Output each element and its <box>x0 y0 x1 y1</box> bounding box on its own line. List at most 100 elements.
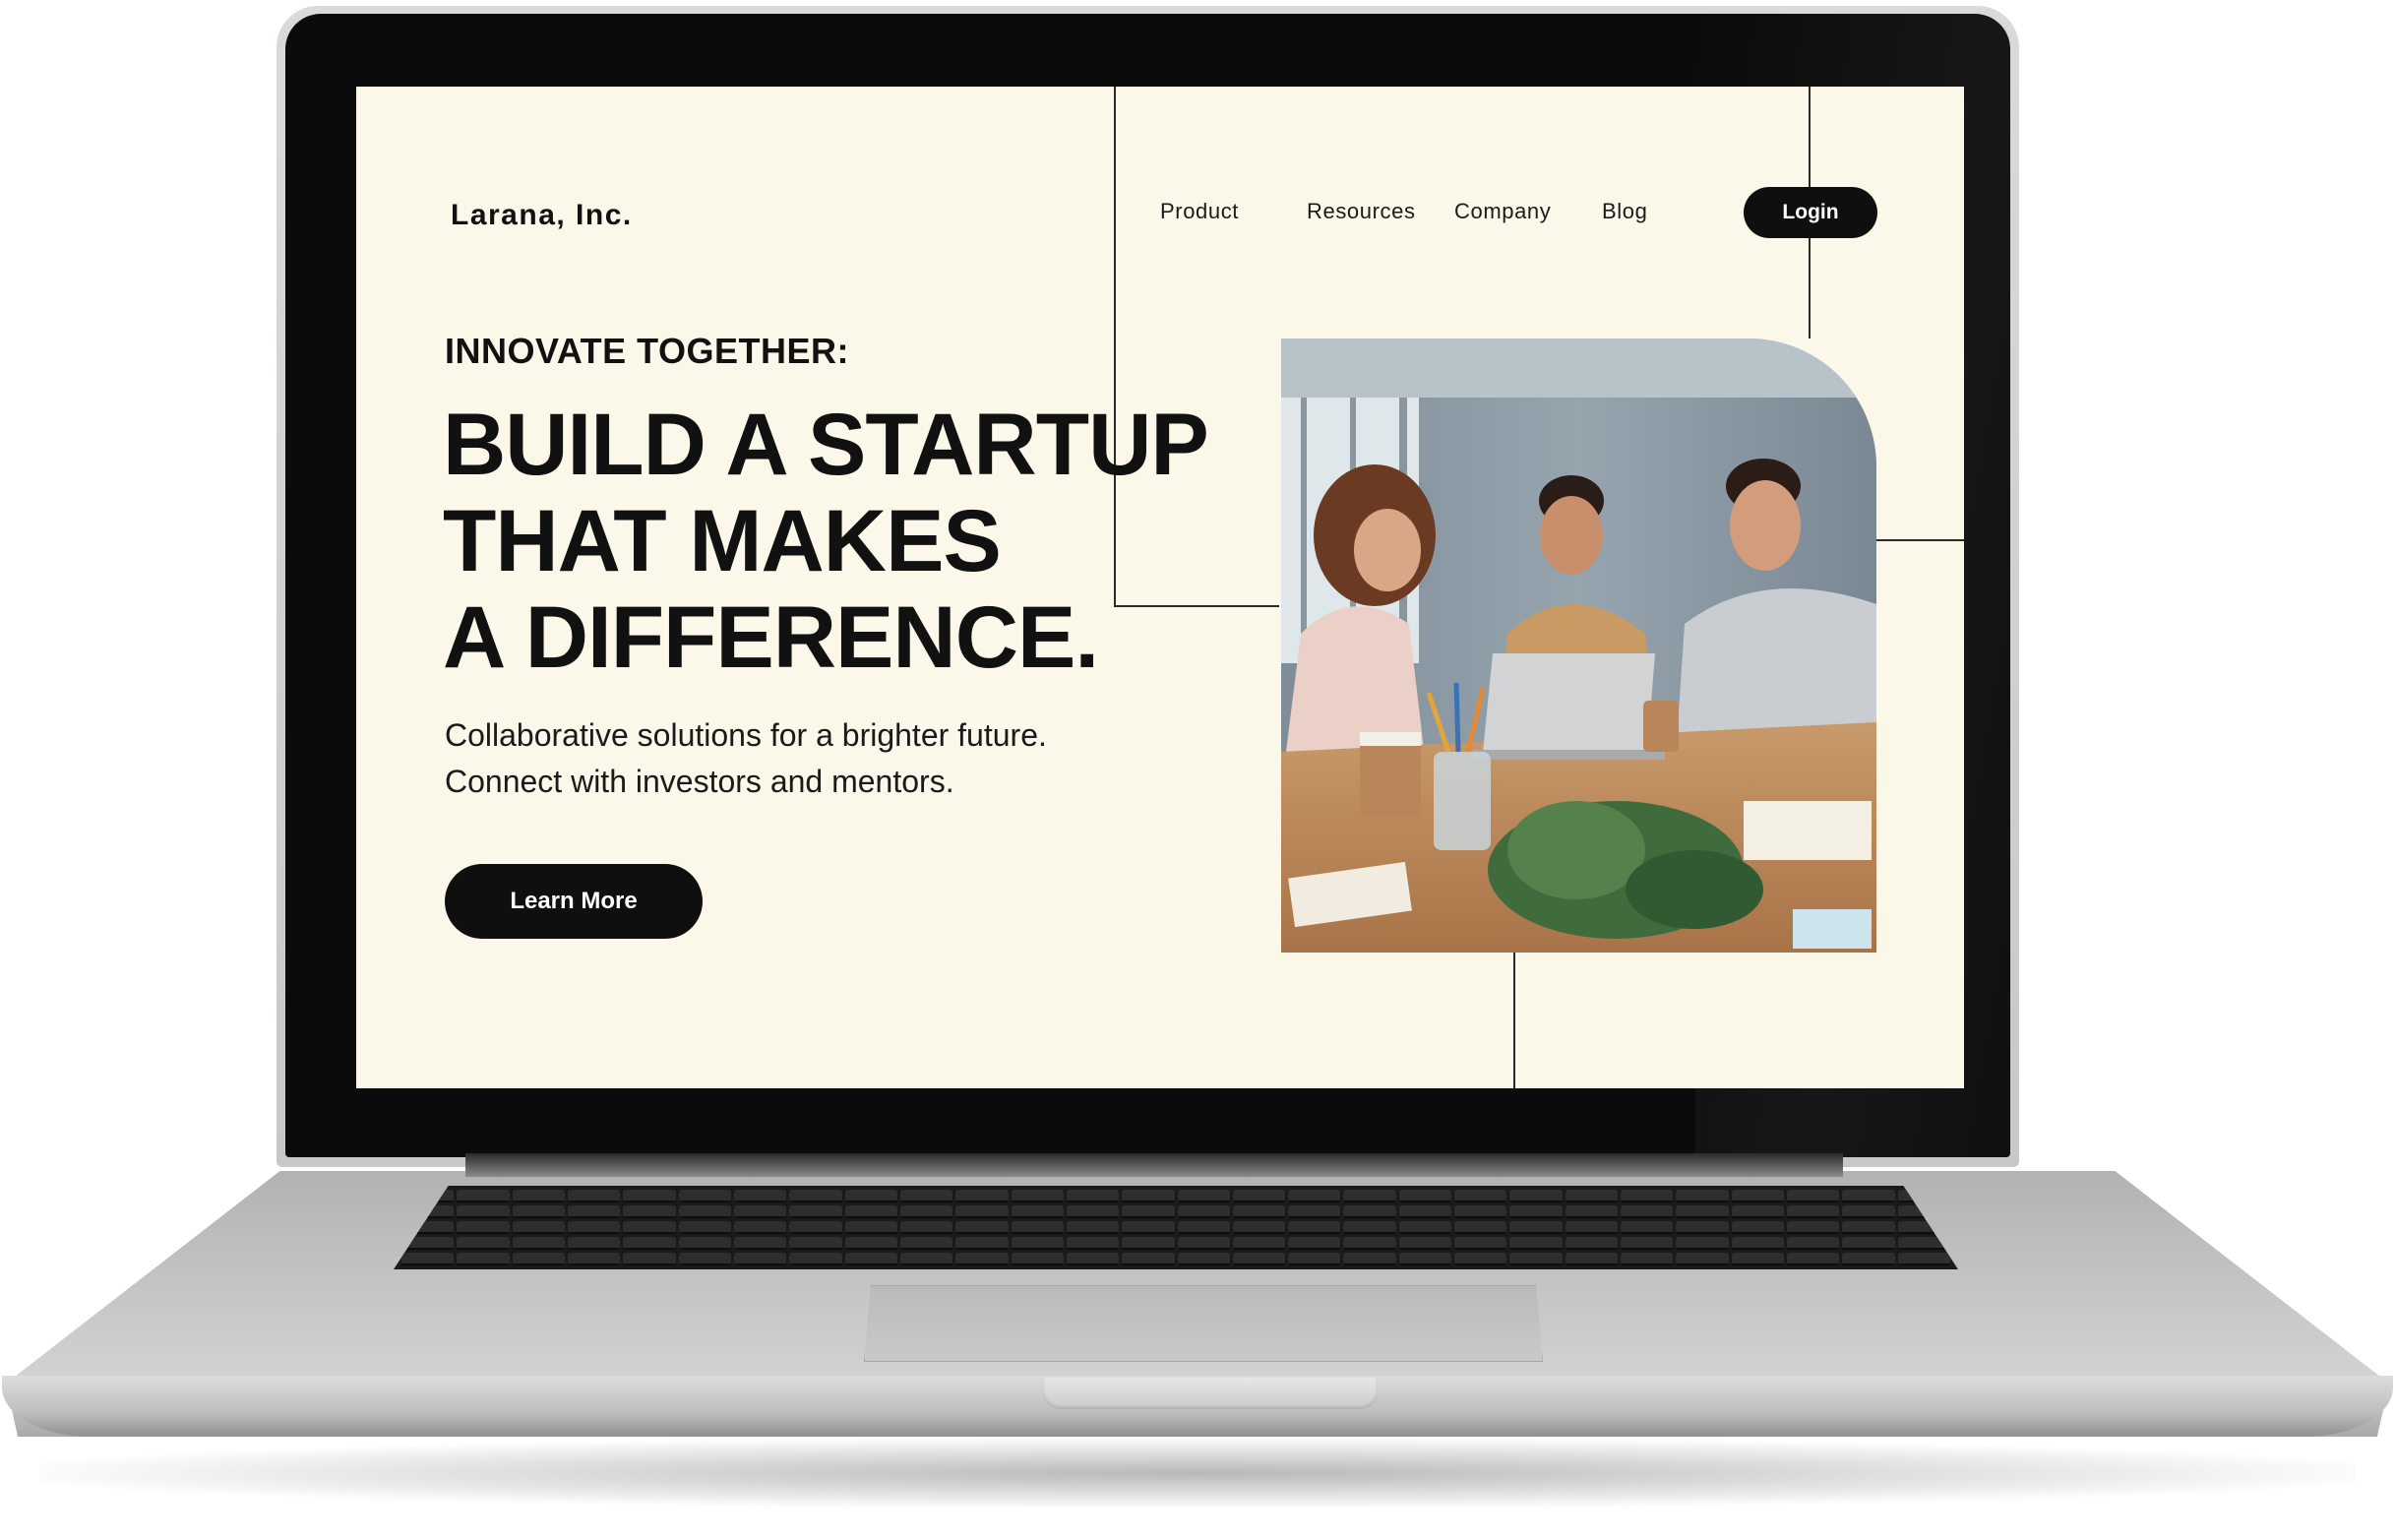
headline-line: BUILD A STARTUP <box>443 395 1209 493</box>
nav-blog[interactable]: Blog <box>1602 199 1647 224</box>
keyboard-key <box>844 1190 897 1202</box>
keyboard-key <box>789 1237 842 1250</box>
keyboard-key <box>1011 1190 1064 1202</box>
keyboard-key <box>1454 1205 1507 1218</box>
keyboard-key <box>1787 1205 1840 1218</box>
keyboard-key <box>1177 1253 1230 1265</box>
keyboard-key <box>1676 1237 1729 1250</box>
keyboard-key <box>678 1237 731 1250</box>
keyboard-key <box>955 1205 1009 1218</box>
keyboard-key <box>1621 1205 1674 1218</box>
keyboard-key <box>1842 1237 1895 1250</box>
keyboard-key <box>1343 1221 1396 1234</box>
keyboard-key <box>678 1253 731 1265</box>
keyboard-key <box>1621 1253 1674 1265</box>
keyboard-key <box>1621 1190 1674 1202</box>
login-button[interactable]: Login <box>1744 187 1877 238</box>
keyboard-key <box>1787 1253 1840 1265</box>
keyboard-key <box>567 1221 621 1234</box>
subtext-line: Collaborative solutions for a brighter f… <box>445 717 1047 753</box>
keyboard-key <box>567 1237 621 1250</box>
keyboard-key <box>1232 1253 1286 1265</box>
keyboard-key <box>1454 1253 1507 1265</box>
keyboard-key <box>1676 1205 1729 1218</box>
keyboard-key <box>512 1253 565 1265</box>
keyboard-key <box>1565 1205 1619 1218</box>
keyboard-key <box>1011 1205 1064 1218</box>
keyboard-key <box>733 1221 787 1234</box>
keyboard-key <box>955 1237 1009 1250</box>
keyboard-key <box>1398 1190 1452 1202</box>
keyboard-key <box>457 1221 510 1234</box>
keyboard-key <box>1232 1237 1286 1250</box>
keyboard-key <box>1066 1190 1120 1202</box>
keyboard-key <box>955 1190 1009 1202</box>
laptop-shadow <box>39 1439 2356 1508</box>
keyboard-key <box>623 1190 676 1202</box>
keyboard-key <box>789 1221 842 1234</box>
keyboard-key <box>1565 1221 1619 1234</box>
keyboard-key <box>789 1190 842 1202</box>
keyboard-key <box>789 1253 842 1265</box>
hero-headline: BUILD A STARTUP THAT MAKES A DIFFERENCE. <box>443 396 1328 685</box>
trackpad <box>864 1285 1543 1362</box>
keyboard-key <box>1288 1253 1341 1265</box>
keyboard-key <box>1731 1221 1785 1234</box>
nav-product[interactable]: Product <box>1160 199 1239 224</box>
nav-company[interactable]: Company <box>1454 199 1551 224</box>
keyboard-key <box>1177 1205 1230 1218</box>
keyboard-key <box>844 1221 897 1234</box>
keyboard-key <box>567 1190 621 1202</box>
brand-logo[interactable]: Larana, Inc. <box>451 199 633 232</box>
keyboard-key <box>1842 1205 1895 1218</box>
keyboard-key <box>1011 1237 1064 1250</box>
website-screen: Larana, Inc. Product Resources Company B… <box>356 87 1964 1088</box>
keyboard-key <box>899 1253 953 1265</box>
keyboard-key <box>1509 1237 1563 1250</box>
keyboard-key <box>1343 1237 1396 1250</box>
keyboard-key <box>678 1221 731 1234</box>
headline-line: THAT MAKES <box>443 491 1002 589</box>
nav-resources[interactable]: Resources <box>1307 199 1416 224</box>
keyboard-key <box>401 1253 455 1265</box>
keyboard-key <box>1454 1221 1507 1234</box>
keyboard-key <box>733 1237 787 1250</box>
keyboard-key <box>1621 1221 1674 1234</box>
keyboard-key <box>1509 1190 1563 1202</box>
keyboard-key <box>1288 1190 1341 1202</box>
keyboard-key <box>1398 1237 1452 1250</box>
keyboard-key <box>1731 1205 1785 1218</box>
keyboard-key <box>899 1237 953 1250</box>
keyboard-key <box>733 1205 787 1218</box>
keyboard-key <box>789 1205 842 1218</box>
keyboard-key <box>1177 1221 1230 1234</box>
keyboard-key <box>1066 1221 1120 1234</box>
keyboard-key <box>457 1237 510 1250</box>
keyboard-key <box>1288 1221 1341 1234</box>
keyboard-key <box>678 1205 731 1218</box>
keyboard-key <box>733 1190 787 1202</box>
divider-line <box>1513 953 1515 1088</box>
keyboard-key <box>1842 1190 1895 1202</box>
keyboard-key <box>623 1205 676 1218</box>
learn-more-button[interactable]: Learn More <box>445 864 703 939</box>
keyboard-key <box>512 1190 565 1202</box>
keyboard-key <box>1621 1237 1674 1250</box>
keyboard-key <box>1565 1237 1619 1250</box>
keyboard-key <box>1676 1253 1729 1265</box>
keyboard-key <box>1454 1190 1507 1202</box>
keyboard-key <box>1232 1221 1286 1234</box>
keyboard-key <box>1177 1237 1230 1250</box>
keyboard-key <box>457 1205 510 1218</box>
keyboard-key <box>1343 1253 1396 1265</box>
keyboard-key <box>1343 1190 1396 1202</box>
keyboard-key <box>899 1221 953 1234</box>
keyboard-key <box>1676 1190 1729 1202</box>
keyboard <box>394 1186 1958 1269</box>
keyboard-key <box>1509 1205 1563 1218</box>
keyboard-key <box>1122 1237 1175 1250</box>
team-meeting-photo <box>1281 339 1876 953</box>
keyboard-key <box>567 1253 621 1265</box>
headline-line: A DIFFERENCE. <box>443 587 1099 686</box>
keyboard-key <box>844 1253 897 1265</box>
